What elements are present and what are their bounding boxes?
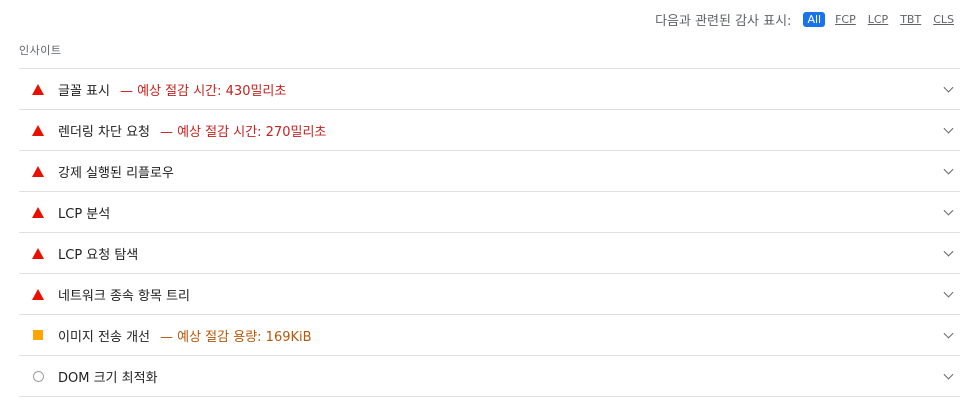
insight-row-network-dependency-tree[interactable]: 네트워크 종속 항목 트리 [19,274,960,315]
insight-title: DOM 크기 최적화 [58,370,158,386]
fail-triangle-icon [32,124,44,136]
fail-triangle-icon [32,165,44,177]
insight-title: 렌더링 차단 요청 [58,124,150,140]
filter-all[interactable]: All [803,12,826,27]
chevron-down-icon[interactable] [943,164,954,175]
insight-row-forced-reflow[interactable]: 강제 실행된 리플로우 [19,151,960,192]
audit-filter-bar: 다음과 관련된 감사 표시: All FCP LCP TBT CLS [655,10,956,29]
chevron-down-icon[interactable] [943,287,954,298]
fail-triangle-icon [32,206,44,218]
average-square-icon [32,329,44,341]
chevron-down-icon[interactable] [943,123,954,134]
filter-label: 다음과 관련된 감사 표시: [655,14,792,29]
insight-title: 네트워크 종속 항목 트리 [58,288,190,304]
insight-savings: — 예상 절감 용량: 169KiB [160,329,312,345]
chevron-down-icon[interactable] [943,205,954,216]
insight-row-lcp-breakdown[interactable]: LCP 분석 [19,192,960,233]
filter-lcp[interactable]: LCP [866,12,890,27]
insight-row-dom-size[interactable]: DOM 크기 최적화 [19,356,960,397]
insights-list: 글꼴 표시 — 예상 절감 시간: 430밀리초 렌더링 차단 요청 — 예상 … [19,68,960,397]
insight-title: 이미지 전송 개선 [58,329,150,345]
fail-triangle-icon [32,288,44,300]
chevron-down-icon[interactable] [943,369,954,380]
filter-tbt[interactable]: TBT [898,12,923,27]
insight-row-image-delivery[interactable]: 이미지 전송 개선 — 예상 절감 용량: 169KiB [19,315,960,356]
insight-row-render-blocking[interactable]: 렌더링 차단 요청 — 예상 절감 시간: 270밀리초 [19,110,960,151]
chevron-down-icon[interactable] [943,82,954,93]
insight-title: LCP 분석 [58,206,111,222]
filter-cls[interactable]: CLS [931,12,956,27]
section-title: 인사이트 [19,44,62,57]
insight-row-font-display[interactable]: 글꼴 표시 — 예상 절감 시간: 430밀리초 [19,69,960,110]
info-circle-icon [32,370,44,382]
insight-savings: — 예상 절감 시간: 430밀리초 [119,83,287,99]
insight-title: 강제 실행된 리플로우 [58,165,174,181]
insight-row-lcp-discovery[interactable]: LCP 요청 탐색 [19,233,960,274]
insight-title: 글꼴 표시 [58,83,110,99]
fail-triangle-icon [32,247,44,259]
fail-triangle-icon [32,83,44,95]
chevron-down-icon[interactable] [943,246,954,257]
insight-title: LCP 요청 탐색 [58,247,139,263]
filter-fcp[interactable]: FCP [833,12,858,27]
chevron-down-icon[interactable] [943,328,954,339]
insight-savings: — 예상 절감 시간: 270밀리초 [160,124,327,140]
